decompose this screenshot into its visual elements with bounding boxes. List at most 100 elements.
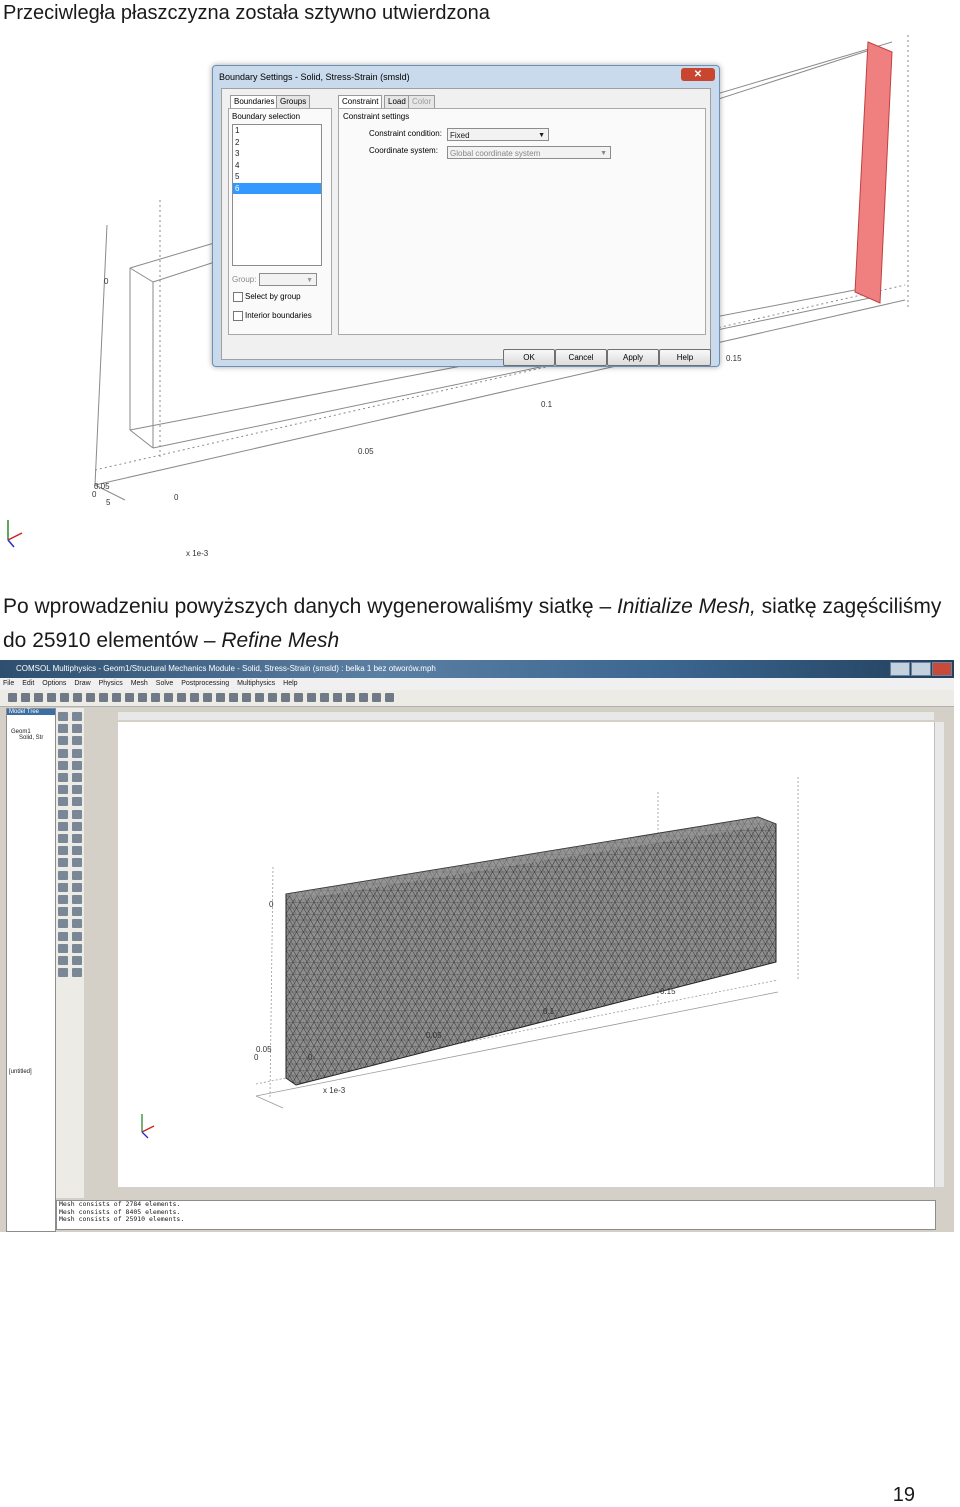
toolbar-tool-icon[interactable] [372,693,381,702]
menu-edit[interactable]: Edit [19,680,37,687]
draw-tool-icon[interactable] [72,712,82,721]
draw-tool-icon[interactable] [58,919,68,929]
draw-tool-icon[interactable] [58,785,68,795]
draw-tool-icon[interactable] [72,956,82,965]
toolbar-tool-icon[interactable] [34,693,43,702]
tree-node-solid[interactable]: Solid, Str [7,735,55,741]
draw-tool-icon[interactable] [72,968,82,978]
list-item[interactable]: 3 [233,148,321,160]
draw-tool-icon[interactable] [58,748,68,758]
menu-draw[interactable]: Draw [71,680,93,687]
list-item[interactable]: 1 [233,125,321,137]
draw-tool-icon[interactable] [58,858,68,868]
menu-file[interactable]: File [0,680,17,687]
coordinate-system-select[interactable]: Global coordinate system ▼ [447,146,611,159]
draw-tool-icon[interactable] [58,834,68,843]
draw-tool-icon[interactable] [72,785,82,795]
draw-tool-icon[interactable] [58,907,68,917]
draw-tool-icon[interactable] [72,895,82,904]
minimize-icon[interactable] [890,662,910,676]
cancel-button[interactable]: Cancel [555,349,607,366]
draw-tool-icon[interactable] [58,797,68,807]
draw-tool-icon[interactable] [58,968,68,978]
toolbar-tool-icon[interactable] [125,693,134,702]
draw-tool-icon[interactable] [58,724,68,734]
draw-tool-icon[interactable] [58,895,68,904]
list-item[interactable]: 5 [233,171,321,183]
toolbar-tool-icon[interactable] [112,693,121,702]
vertical-scrollbar[interactable] [934,722,944,1187]
maximize-icon[interactable] [911,662,931,676]
tab-color[interactable]: Color [408,95,436,108]
menu-solve[interactable]: Solve [153,680,177,687]
graphics-canvas[interactable]: 0.15 0.1 0.05 0.05 0 0 0 x 1e-3 [118,722,934,1187]
toolbar-tool-icon[interactable] [242,693,251,702]
toolbar-tool-icon[interactable] [60,693,69,702]
draw-tool-icon[interactable] [72,943,82,953]
boundary-listbox[interactable]: 1 2 3 4 5 6 [232,124,322,266]
toolbar-tool-icon[interactable] [177,693,186,702]
tab-groups[interactable]: Groups [276,95,311,108]
draw-tool-icon[interactable] [72,724,82,734]
toolbar-tool-icon[interactable] [294,693,303,702]
list-item[interactable]: 4 [233,160,321,172]
toolbar-tool-icon[interactable] [359,693,368,702]
draw-tool-icon[interactable] [72,907,82,917]
toolbar-tool-icon[interactable] [320,693,329,702]
toolbar-tool-icon[interactable] [47,693,56,702]
group-select[interactable]: ▼ [259,273,317,286]
draw-tool-icon[interactable] [72,748,82,758]
draw-tool-icon[interactable] [58,931,68,941]
interior-boundaries-checkbox[interactable] [233,311,243,321]
menu-physics[interactable]: Physics [96,680,126,687]
draw-tool-icon[interactable] [58,846,68,856]
toolbar-tool-icon[interactable] [333,693,342,702]
draw-tool-icon[interactable] [72,870,82,880]
draw-tool-icon[interactable] [72,858,82,868]
help-button[interactable]: Help [659,349,711,366]
draw-tool-icon[interactable] [72,919,82,929]
draw-tool-icon[interactable] [72,760,82,770]
draw-tool-icon[interactable] [58,712,68,721]
draw-tool-icon[interactable] [58,870,68,880]
select-by-group-checkbox[interactable] [233,292,243,302]
draw-tool-icon[interactable] [72,797,82,807]
toolbar-tool-icon[interactable] [281,693,290,702]
menu-postprocessing[interactable]: Postprocessing [178,680,232,687]
toolbar-tool-icon[interactable] [8,693,17,702]
ok-button[interactable]: OK [503,349,555,366]
toolbar-tool-icon[interactable] [255,693,264,702]
tab-load[interactable]: Load [384,95,410,108]
horizontal-scrollbar[interactable] [118,712,934,720]
menu-help[interactable]: Help [280,680,300,687]
menu-mesh[interactable]: Mesh [128,680,151,687]
toolbar-tool-icon[interactable] [164,693,173,702]
toolbar-tool-icon[interactable] [346,693,355,702]
toolbar-tool-icon[interactable] [73,693,82,702]
draw-tool-icon[interactable] [58,773,68,782]
draw-tool-icon[interactable] [72,773,82,782]
draw-tool-icon[interactable] [58,736,68,746]
constraint-condition-select[interactable]: Fixed ▼ [447,128,549,141]
draw-tool-icon[interactable] [72,821,82,831]
draw-tool-icon[interactable] [72,931,82,941]
list-item[interactable]: 2 [233,137,321,149]
draw-tool-icon[interactable] [58,809,68,819]
toolbar-tool-icon[interactable] [190,693,199,702]
toolbar-tool-icon[interactable] [268,693,277,702]
draw-tool-icon[interactable] [72,834,82,843]
draw-tool-icon[interactable] [72,846,82,856]
draw-tool-icon[interactable] [58,821,68,831]
list-item-selected[interactable]: 6 [233,182,321,194]
toolbar-tool-icon[interactable] [21,693,30,702]
draw-tool-icon[interactable] [72,736,82,746]
toolbar-tool-icon[interactable] [307,693,316,702]
draw-tool-icon[interactable] [58,760,68,770]
draw-tool-icon[interactable] [58,882,68,892]
draw-tool-icon[interactable] [72,809,82,819]
apply-button[interactable]: Apply [607,349,659,366]
draw-tool-icon[interactable] [72,882,82,892]
toolbar-tool-icon[interactable] [385,693,394,702]
draw-tool-icon[interactable] [58,956,68,965]
toolbar-tool-icon[interactable] [86,693,95,702]
